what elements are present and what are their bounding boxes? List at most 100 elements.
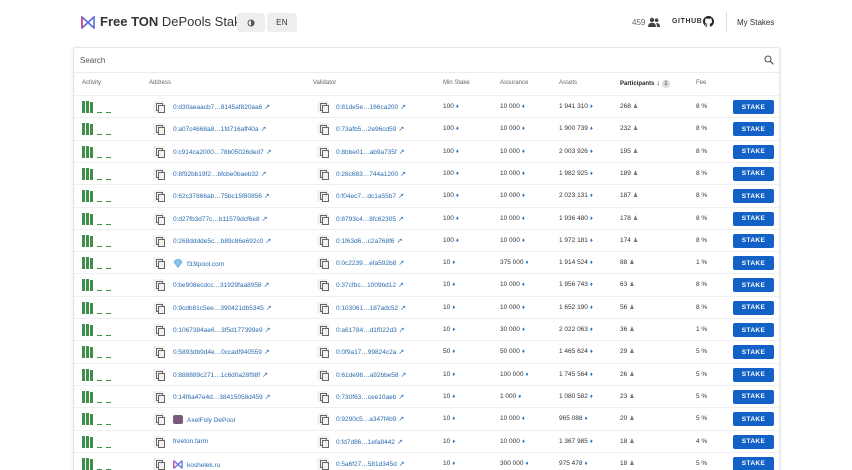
stake-button[interactable]: STAKE [733,434,774,449]
table-row[interactable]: koshelek.ru 0:5a6f27…581d345d ↗ 10 ♦ 300 000 ♦… [74,451,779,470]
pool-name-link[interactable]: freeton.farm [173,438,208,445]
validator-link[interactable]: 0:61de96…a92bbe58 ↗ [336,371,406,379]
table-row[interactable]: AxelFoly DePool 0:9290c5…a347f4b9 ↗ 10 ♦ 10 0… [74,407,779,429]
column-header-assets[interactable]: Assets [559,80,577,86]
stake-button[interactable]: STAKE [733,412,774,427]
validator-link[interactable]: 0:37cfbc…1009bd12 ↗ [336,281,404,289]
pool-name-link[interactable]: f33tpool.com [173,259,224,269]
theme-toggle-button[interactable] [237,13,265,32]
pool-name-link[interactable]: AxelFoly DePool [173,415,235,425]
copy-address-icon[interactable] [153,145,165,158]
stake-button[interactable]: STAKE [733,100,774,114]
table-row[interactable]: 0:888889c271…1c6d0a28f98f ↗ 0:61de96…a92bb… [74,362,779,385]
copy-validator-icon[interactable] [317,212,329,225]
address-link[interactable]: 0:a07c4668a8…1fd716aff40a ↗ [173,125,266,133]
copy-validator-icon[interactable] [317,301,329,314]
table-row[interactable]: f33tpool.com 0:0c2239…efa592b8 ↗ 10 ♦ 375 000… [74,251,779,273]
copy-validator-icon[interactable] [317,435,329,448]
validator-link[interactable]: 0:8793c4…8fc62305 ↗ [336,215,404,223]
stake-button[interactable]: STAKE [733,211,774,226]
app-title[interactable]: Free TON DePools Staking [100,14,258,29]
copy-address-icon[interactable] [153,457,165,470]
validator-link[interactable]: 0:103061…187adc52 ↗ [336,304,406,312]
table-row[interactable]: freeton.farm 0:fd7d86…1efa8442 ↗ 10 ♦ 10 000 ♦… [74,429,779,452]
freeton-logo-icon[interactable] [81,16,95,29]
address-link[interactable]: 0:14f6a47e4d…38415058d459 ↗ [173,393,271,401]
copy-address-icon[interactable] [153,279,165,292]
search-icon[interactable] [764,55,774,65]
copy-address-icon[interactable] [153,324,165,336]
copy-validator-icon[interactable] [317,279,329,292]
copy-address-icon[interactable] [153,234,165,247]
github-link[interactable]: GITHUB [672,18,702,25]
address-link[interactable]: 0:9cdb81c5ee…390421db5345 ↗ [173,304,272,312]
table-row[interactable]: 0:c914ca2000…78b05026ded7 ↗ 0:8bbe01…ab9a7… [74,139,779,162]
address-link[interactable]: 0:d30aeaacb7…8145af820aa6 ↗ [173,103,270,111]
stake-button[interactable]: STAKE [733,166,774,181]
stake-button[interactable]: STAKE [733,300,774,315]
copy-address-icon[interactable] [153,301,165,314]
copy-validator-icon[interactable] [317,101,329,113]
stake-button[interactable]: STAKE [733,256,774,271]
copy-address-icon[interactable] [153,413,165,426]
language-button[interactable]: EN [267,13,297,32]
validator-link[interactable]: 0:fd7d86…1efa8442 ↗ [336,438,403,446]
address-link[interactable]: 0:be908ecdcc…31929faa8958 ↗ [173,281,269,289]
stake-button[interactable]: STAKE [733,345,774,360]
my-stakes-link[interactable]: My Stakes [737,18,774,27]
stake-button[interactable]: STAKE [733,367,774,382]
address-link[interactable]: 0:1067384ae6…3f5d177399e9 ↗ [173,326,271,334]
validator-link[interactable]: 0:9290c5…a347f4b9 ↗ [336,415,404,423]
validator-link[interactable]: 0:73afb5…2e96cd59 ↗ [336,125,404,133]
copy-address-icon[interactable] [153,167,165,180]
copy-validator-icon[interactable] [317,457,329,470]
column-header-fee[interactable]: Fee [696,80,706,86]
stake-button[interactable]: STAKE [733,233,774,248]
validator-link[interactable]: 0:5a6f27…581d345d ↗ [336,460,405,468]
stake-button[interactable]: STAKE [733,456,774,470]
validator-link[interactable]: 0:8bbe01…ab9a735f ↗ [336,148,405,156]
pool-name-link[interactable]: koshelek.ru [173,459,220,469]
address-link[interactable]: 0:268dddde5c…b89c86e692c0 ↗ [173,237,271,245]
stake-button[interactable]: STAKE [733,122,774,137]
column-header-assurance[interactable]: Assurance [500,80,528,86]
address-link[interactable]: 0:c914ca2000…78b05026ded7 ↗ [173,148,272,156]
address-link[interactable]: 0:d27fb3d77c…b11579dcf6e8 ↗ [173,215,268,223]
copy-address-icon[interactable] [153,390,165,403]
copy-validator-icon[interactable] [317,390,329,403]
copy-address-icon[interactable] [153,123,165,136]
validator-link[interactable]: 0:a61784…d1f022d3 ↗ [336,326,405,334]
copy-address-icon[interactable] [153,190,165,203]
stake-button[interactable]: STAKE [733,189,774,204]
table-row[interactable]: 0:5893db9d4e…0ccadf940559 ↗ 0:0f9a17…99824… [74,340,779,362]
validator-link[interactable]: 0:0c2239…efa592b8 ↗ [336,259,404,267]
column-header-min-stake[interactable]: Min Stake [443,80,470,86]
copy-validator-icon[interactable] [317,368,329,381]
address-link[interactable]: 0:8f92bb19f2…bfcbe0baeb32 ↗ [173,170,267,178]
address-link[interactable]: 0:5893db9d4e…0ccadf940559 ↗ [173,348,270,356]
stake-button[interactable]: STAKE [733,389,774,404]
validator-link[interactable]: 0:0f9a17…99824c2a ↗ [336,348,404,356]
copy-validator-icon[interactable] [317,346,329,359]
column-header-participants[interactable]: Participants ↓ 1 [620,80,670,88]
copy-address-icon[interactable] [153,346,165,359]
table-row[interactable]: 0:8f92bb19f2…bfcbe0baeb32 ↗ 0:28c683…744a1… [74,161,779,184]
search-input[interactable]: Search [74,48,779,73]
copy-validator-icon[interactable] [317,167,329,180]
copy-address-icon[interactable] [153,101,165,113]
validator-link[interactable]: 0:1f63d6…c2a768f6 ↗ [336,237,402,245]
table-row[interactable]: 0:9cdb81c5ee…390421db5345 ↗ 0:103061…187ad… [74,295,779,318]
copy-validator-icon[interactable] [317,257,329,270]
copy-address-icon[interactable] [153,435,165,448]
copy-validator-icon[interactable] [317,324,329,336]
table-row[interactable]: 0:be908ecdcc…31929faa8958 ↗ 0:37cfbc…1009b… [74,273,779,295]
copy-address-icon[interactable] [153,212,165,225]
address-link[interactable]: 0:62c37866ab…75bc15f80856 ↗ [173,192,270,200]
address-link[interactable]: 0:888889c271…1c6d0a28f98f ↗ [173,371,268,379]
copy-validator-icon[interactable] [317,413,329,426]
copy-validator-icon[interactable] [317,190,329,203]
validator-link[interactable]: 0:28c683…744a1200 ↗ [336,170,406,178]
copy-validator-icon[interactable] [317,234,329,247]
stake-button[interactable]: STAKE [733,323,774,337]
copy-validator-icon[interactable] [317,145,329,158]
